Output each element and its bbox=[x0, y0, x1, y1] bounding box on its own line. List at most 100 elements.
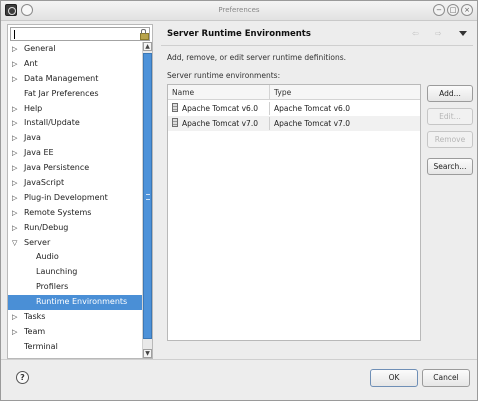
server-runtime-icon bbox=[172, 118, 178, 127]
cancel-button[interactable]: Cancel bbox=[422, 369, 470, 387]
expand-arrow-icon[interactable]: ▷ bbox=[12, 131, 20, 146]
maximize-button[interactable]: □ bbox=[447, 4, 459, 16]
close-button[interactable]: × bbox=[461, 4, 473, 16]
preference-tree: ▷ General ▷ Ant ▷ Data Management Fat Jar Pref… bbox=[8, 42, 142, 358]
tree-item[interactable]: ▷ Plug-in Development bbox=[8, 191, 142, 206]
minimize-button[interactable]: − bbox=[433, 4, 445, 16]
tree-item-label: Launching bbox=[36, 267, 78, 277]
expand-arrow-icon[interactable]: ▷ bbox=[12, 57, 20, 72]
tree-item-label: Plug-in Development bbox=[24, 192, 108, 202]
column-divider bbox=[269, 102, 270, 115]
preference-tree-panel: ▷ General ▷ Ant ▷ Data Management Fat Jar Pref… bbox=[7, 24, 153, 359]
tree-item[interactable]: Audio bbox=[8, 250, 142, 265]
window-title: Preferences bbox=[218, 6, 260, 14]
runtime-name-cell: Apache Tomcat v6.0 bbox=[172, 101, 268, 116]
column-header-name[interactable]: Name bbox=[168, 85, 270, 100]
expand-arrow-icon[interactable]: ▷ bbox=[12, 161, 20, 176]
runtime-name-text: Apache Tomcat v6.0 bbox=[182, 104, 258, 113]
search-button[interactable]: Search... bbox=[427, 158, 473, 175]
tree-item[interactable]: Runtime Environments bbox=[8, 295, 142, 311]
server-runtime-icon bbox=[172, 103, 178, 112]
tree-item[interactable]: Profilers bbox=[8, 280, 142, 295]
tree-item[interactable]: ▷ JavaScript bbox=[8, 176, 142, 191]
expand-arrow-icon[interactable]: ▷ bbox=[12, 206, 20, 221]
edit-button[interactable]: Edit... bbox=[427, 108, 473, 125]
back-arrow-icon[interactable]: ⇦ bbox=[412, 29, 419, 38]
add-button[interactable]: Add... bbox=[427, 85, 473, 102]
tree-item-label: Profilers bbox=[36, 282, 69, 292]
tree-item-label: Install/Update bbox=[24, 118, 80, 128]
tree-item[interactable]: Terminal bbox=[8, 340, 142, 355]
tree-item[interactable]: ▷ Team bbox=[8, 325, 142, 340]
scrollbar-grip-icon bbox=[146, 194, 150, 200]
title-bar[interactable]: Preferences − □ × bbox=[1, 1, 477, 21]
tree-item-label: Run/Debug bbox=[24, 222, 69, 232]
expand-arrow-icon[interactable]: ▷ bbox=[12, 176, 20, 191]
expand-arrow-icon[interactable]: ▷ bbox=[12, 72, 20, 87]
tree-item-label: Team bbox=[24, 326, 46, 336]
tree-item[interactable]: ▷ Run/Debug bbox=[8, 221, 142, 236]
tree-item-label: General bbox=[24, 44, 56, 53]
tree-item[interactable]: ▷ Install/Update bbox=[8, 116, 142, 131]
expand-arrow-icon[interactable]: ▷ bbox=[12, 146, 20, 161]
remove-button[interactable]: Remove bbox=[427, 131, 473, 148]
tree-item[interactable]: Launching bbox=[8, 265, 142, 280]
tree-item-label: Tasks bbox=[24, 312, 46, 322]
expand-arrow-icon[interactable]: ▷ bbox=[12, 221, 20, 236]
scroll-down-arrow-icon[interactable]: ▼ bbox=[143, 349, 152, 358]
footer-separator bbox=[1, 359, 477, 360]
column-divider bbox=[269, 117, 270, 130]
scroll-up-arrow-icon[interactable]: ▲ bbox=[143, 42, 152, 51]
tree-item-label: Help bbox=[24, 103, 43, 113]
tree-item[interactable]: ▷ Remote Systems bbox=[8, 206, 142, 221]
title-separator bbox=[161, 45, 473, 46]
tree-item[interactable]: ▷ Help bbox=[8, 102, 142, 117]
runtime-type-cell: Apache Tomcat v7.0 bbox=[274, 119, 350, 128]
filter-input[interactable] bbox=[10, 27, 150, 41]
column-header-type[interactable]: Type bbox=[270, 85, 420, 100]
clear-filter-icon[interactable] bbox=[139, 29, 149, 40]
tree-item-label: JavaScript bbox=[24, 178, 65, 188]
tree-item-label: Data Management bbox=[24, 73, 99, 83]
tree-item[interactable]: ▷ Ant bbox=[8, 57, 142, 72]
scrollbar-thumb[interactable] bbox=[143, 53, 152, 339]
runtime-table-label: Server runtime environments: bbox=[167, 71, 281, 80]
table-row[interactable]: Apache Tomcat v7.0 Apache Tomcat v7.0 bbox=[168, 116, 420, 131]
expand-arrow-icon[interactable]: ▷ bbox=[12, 116, 20, 131]
view-menu-icon[interactable] bbox=[459, 31, 467, 36]
table-row[interactable]: Apache Tomcat v6.0 Apache Tomcat v6.0 bbox=[168, 101, 420, 116]
runtime-type-cell: Apache Tomcat v6.0 bbox=[274, 104, 350, 113]
tree-item[interactable]: ▷ General bbox=[8, 42, 142, 57]
tree-item[interactable]: ▽ Server bbox=[8, 236, 142, 251]
expand-arrow-icon[interactable]: ▷ bbox=[12, 42, 20, 57]
tree-item[interactable]: ▷ Java bbox=[8, 131, 142, 146]
preferences-window: Preferences − □ × ▷ General ▷ Ant ▷ Data Mana… bbox=[0, 0, 478, 401]
forward-arrow-icon[interactable]: ⇨ bbox=[435, 29, 442, 38]
tree-item[interactable]: ▷ Java EE bbox=[8, 146, 142, 161]
runtime-name-text: Apache Tomcat v7.0 bbox=[182, 119, 258, 128]
tree-item-label: Runtime Environments bbox=[36, 297, 128, 307]
expand-arrow-icon[interactable]: ▷ bbox=[12, 191, 20, 206]
tree-item-label: Server bbox=[24, 237, 51, 247]
runtime-table: Name Type Apache Tomcat v6.0 Apache Tomca… bbox=[167, 84, 421, 341]
text-cursor bbox=[14, 30, 15, 39]
runtime-name-cell: Apache Tomcat v7.0 bbox=[172, 116, 268, 131]
tree-item-label: Java bbox=[24, 133, 41, 143]
tree-item[interactable]: ▷ Java Persistence bbox=[8, 161, 142, 176]
help-icon[interactable]: ? bbox=[16, 371, 29, 384]
tree-item-label: Remote Systems bbox=[24, 207, 92, 217]
expand-arrow-icon[interactable]: ▷ bbox=[12, 325, 20, 340]
tree-scrollbar[interactable]: ▲ ▼ bbox=[142, 42, 152, 358]
tree-item-label: Java Persistence bbox=[24, 163, 90, 173]
expand-arrow-icon[interactable]: ▷ bbox=[12, 310, 20, 325]
tree-item[interactable]: ▷ Tasks bbox=[8, 310, 142, 325]
ok-button[interactable]: OK bbox=[370, 369, 418, 387]
page-title: Server Runtime Environments bbox=[167, 29, 311, 39]
tree-item[interactable]: Fat Jar Preferences bbox=[8, 87, 142, 102]
tree-item-label: Ant bbox=[24, 58, 38, 68]
expand-arrow-icon[interactable]: ▷ bbox=[12, 102, 20, 117]
expanded-arrow-icon[interactable]: ▽ bbox=[12, 236, 20, 251]
tree-item-label: Java EE bbox=[24, 148, 54, 158]
page-description: Add, remove, or edit server runtime defi… bbox=[167, 53, 347, 62]
tree-item[interactable]: ▷ Data Management bbox=[8, 72, 142, 87]
